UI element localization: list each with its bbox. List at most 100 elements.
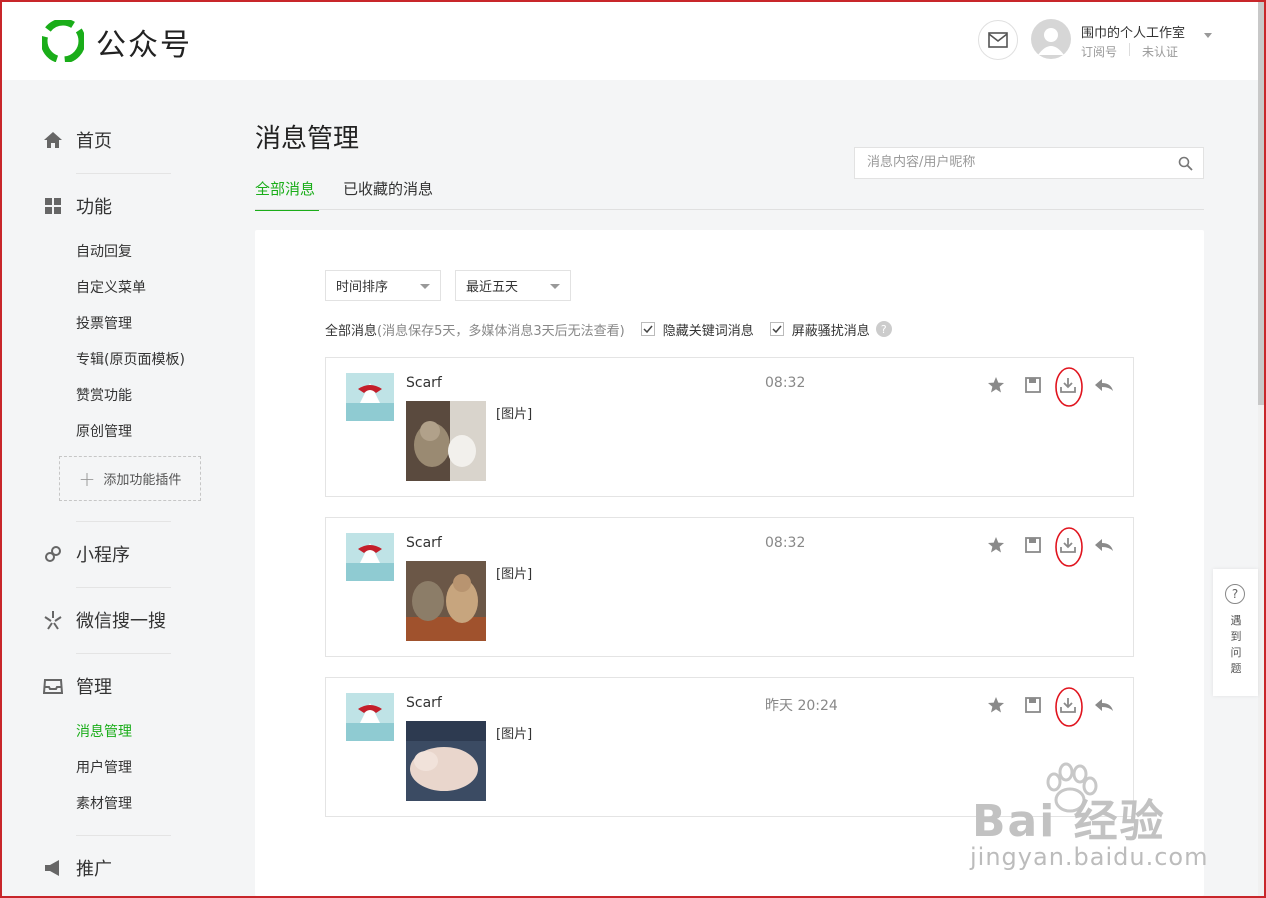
account-separator	[1129, 43, 1130, 56]
account-auth-status: 未认证	[1142, 45, 1179, 59]
sidebar-home-label: 首页	[76, 131, 112, 152]
sidebar-item-mini-program[interactable]: 小程序	[42, 539, 130, 569]
page-title: 消息管理	[255, 124, 360, 154]
envelope-icon	[988, 32, 1008, 48]
sidebar-item-message-manage[interactable]: 消息管理	[76, 721, 132, 741]
sidebar-item-original[interactable]: 原创管理	[76, 421, 132, 441]
home-icon	[42, 129, 64, 151]
message-image-thumbnail[interactable]	[406, 561, 486, 641]
tab-favorite-messages[interactable]: 已收藏的消息	[343, 178, 433, 209]
search-icon[interactable]	[1178, 156, 1193, 171]
message-time: 昨天 20:24	[765, 698, 838, 714]
account-dropdown-caret-icon[interactable]	[1204, 33, 1212, 38]
inbox-icon	[42, 675, 64, 697]
block-spam-label[interactable]: 屏蔽骚扰消息	[792, 320, 870, 339]
range-dropdown-value: 最近五天	[466, 280, 519, 295]
page-scrollbar[interactable]	[1258, 0, 1264, 896]
megaphone-icon	[42, 857, 64, 879]
save-button[interactable]	[1022, 534, 1044, 556]
question-icon: ?	[1225, 584, 1245, 604]
red-circle-annotation	[1055, 367, 1083, 407]
reply-button[interactable]	[1093, 694, 1115, 716]
chevron-down-icon	[420, 284, 430, 289]
account-type: 订阅号	[1081, 45, 1118, 59]
watermark-url: jingyan.baidu.com	[970, 843, 1209, 871]
user-avatar[interactable]	[346, 533, 394, 581]
hide-keyword-checkbox[interactable]	[640, 322, 655, 336]
sidebar-item-auto-reply[interactable]: 自动回复	[76, 241, 132, 261]
save-button[interactable]	[1022, 374, 1044, 396]
message-image-thumbnail[interactable]	[406, 721, 486, 801]
add-plugin-button[interactable]: + 添加功能插件	[59, 456, 201, 501]
message-image-thumbnail[interactable]	[406, 401, 486, 481]
hide-keyword-label[interactable]: 隐藏关键词消息	[663, 320, 754, 339]
save-icon	[1025, 537, 1041, 553]
red-circle-annotation	[1055, 527, 1083, 567]
tab-underline	[255, 209, 1204, 210]
message-sender[interactable]: Scarf	[406, 535, 442, 551]
reply-icon	[1095, 379, 1113, 391]
sidebar-divider	[76, 173, 171, 174]
sidebar-item-album[interactable]: 专辑(原页面模板)	[76, 349, 185, 369]
reply-button[interactable]	[1093, 534, 1115, 556]
sidebar-divider	[76, 587, 171, 588]
wechat-official-logo[interactable]	[42, 20, 84, 62]
message-item: Scarf 08:32 [图片]	[325, 357, 1134, 497]
sidebar-divider	[76, 653, 171, 654]
sidebar-manage-label: 管理	[76, 677, 112, 698]
chevron-down-icon	[550, 284, 560, 289]
help-icon[interactable]: ?	[875, 321, 892, 337]
scrollbar-thumb[interactable]	[1258, 0, 1264, 405]
star-icon	[988, 697, 1004, 713]
check-icon	[772, 325, 782, 334]
message-time: 08:32	[765, 375, 806, 391]
top-bar: 公众号 围巾的个人工作室 订阅号 未认证	[0, 0, 1258, 80]
user-avatar[interactable]	[346, 373, 394, 421]
account-avatar[interactable]	[1031, 19, 1071, 59]
search-input[interactable]	[865, 154, 1169, 171]
sidebar-item-reward[interactable]: 赞赏功能	[76, 385, 132, 405]
block-spam-checkbox[interactable]	[769, 322, 784, 336]
watermark-brand: Bai 经验	[972, 796, 1166, 847]
message-type-tag: [图片]	[496, 407, 533, 422]
message-time: 08:32	[765, 535, 806, 551]
sidebar-item-material-manage[interactable]: 素材管理	[76, 793, 132, 813]
message-sender[interactable]: Scarf	[406, 375, 442, 391]
account-name[interactable]: 围巾的个人工作室	[1081, 22, 1185, 41]
star-icon	[988, 537, 1004, 553]
sidebar-item-search[interactable]: 微信搜一搜	[42, 605, 166, 635]
user-avatar[interactable]	[346, 693, 394, 741]
mail-button[interactable]	[978, 20, 1018, 60]
help-float-button[interactable]: ? 遇到问题	[1213, 569, 1258, 696]
tab-all-messages[interactable]: 全部消息	[255, 178, 319, 211]
sidebar-item-promote[interactable]: 推广	[42, 853, 112, 883]
reply-button[interactable]	[1093, 374, 1115, 396]
red-circle-annotation	[1055, 687, 1083, 727]
star-button[interactable]	[985, 694, 1007, 716]
sidebar-divider	[76, 835, 171, 836]
help-float-label: 遇到问题	[1230, 614, 1242, 675]
sidebar-item-custom-menu[interactable]: 自定义菜单	[76, 277, 146, 297]
add-plugin-label: 添加功能插件	[103, 473, 182, 488]
plus-icon: +	[78, 466, 96, 491]
user-silhouette-icon	[1038, 28, 1064, 55]
message-item: Scarf 08:32 [图片]	[325, 517, 1134, 657]
sidebar-item-home[interactable]: 首页	[42, 125, 112, 155]
filter-note: (消息保存5天，多媒体消息3天后无法查看)	[377, 323, 625, 339]
sidebar-item-vote[interactable]: 投票管理	[76, 313, 132, 333]
save-button[interactable]	[1022, 694, 1044, 716]
star-button[interactable]	[985, 374, 1007, 396]
message-sender[interactable]: Scarf	[406, 695, 442, 711]
sidebar-item-features[interactable]: 功能	[42, 191, 112, 221]
sort-dropdown[interactable]: 时间排序	[325, 270, 441, 301]
save-icon	[1025, 697, 1041, 713]
star-button[interactable]	[985, 534, 1007, 556]
reply-icon	[1095, 539, 1113, 551]
sidebar-item-manage[interactable]: 管理	[42, 671, 112, 701]
sidebar-item-user-manage[interactable]: 用户管理	[76, 757, 132, 777]
brand-title[interactable]: 公众号	[96, 20, 192, 64]
reply-icon	[1095, 699, 1113, 711]
range-dropdown[interactable]: 最近五天	[455, 270, 571, 301]
sidebar-promote-label: 推广	[76, 859, 112, 880]
search-box[interactable]	[854, 147, 1204, 179]
